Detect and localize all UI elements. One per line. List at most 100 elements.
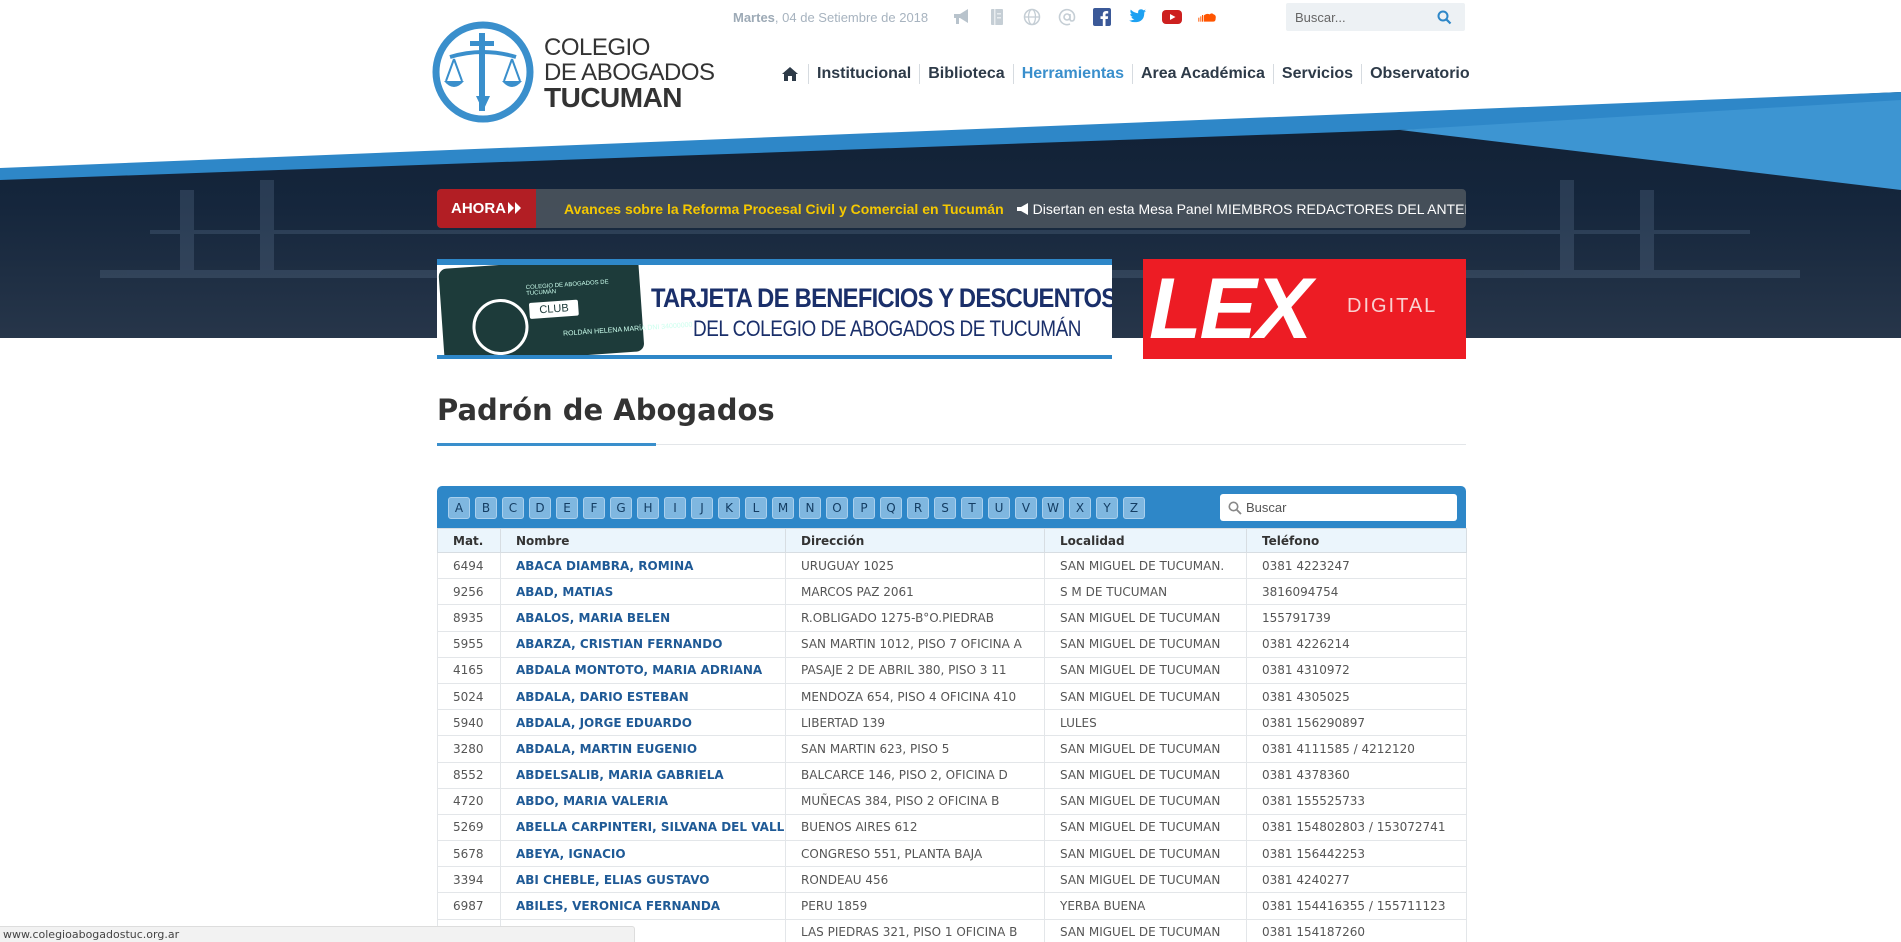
nav-observatorio[interactable]: Observatorio [1361,64,1478,84]
letter-filter-i[interactable]: I [664,497,686,519]
cell-nombre[interactable]: ABDELSALIB, MARIA GABRIELA [500,761,786,789]
ticker-headline[interactable]: Avances sobre la Reforma Procesal Civil … [564,201,1004,217]
directory-search-input[interactable] [1246,500,1446,515]
lex-digital-banner[interactable]: LEX DIGITAL [1143,259,1466,359]
cell-telefono: 3816094754 [1246,578,1467,606]
nav-servicios[interactable]: Servicios [1272,64,1361,84]
nav-biblioteca[interactable]: Biblioteca [919,64,1012,84]
cell-mat: 8552 [437,761,501,789]
site-search-input[interactable] [1286,9,1431,25]
cell-nombre[interactable]: ABDO, MARIA VALERIA [500,787,786,815]
cell-mat: 5955 [437,630,501,658]
cell-localidad: SAN MIGUEL DE TUCUMAN [1044,813,1247,842]
cell-direccion: RONDEAU 456 [785,866,1045,894]
letter-filter-a[interactable]: A [448,497,470,519]
site-logo[interactable]: COLEGIO DE ABOGADOS TUCUMAN [432,21,715,123]
letter-filter-x[interactable]: X [1069,497,1091,519]
cell-nombre[interactable]: ABARZA, CRISTIAN FERNANDO [500,630,786,658]
cell-nombre[interactable]: ABELLA CARPINTERI, SILVANA DEL VALLE [500,813,786,842]
cell-nombre[interactable]: ABDALA, JORGE EDUARDO [500,709,786,737]
book-icon[interactable] [987,7,1007,27]
column-header-mat[interactable]: Mat. [437,528,501,553]
search-icon[interactable] [1437,10,1452,25]
bullhorn-icon [1016,202,1028,215]
cell-direccion: LIBERTAD 139 [785,709,1045,737]
letter-filter-u[interactable]: U [988,497,1010,519]
letter-filter-k[interactable]: K [718,497,740,519]
cell-direccion: PERU 1859 [785,892,1045,920]
cell-telefono: 0381 155525733 [1246,787,1467,815]
letter-filter-g[interactable]: G [610,497,632,519]
cell-nombre[interactable]: ABAD, MATIAS [500,578,786,606]
cell-localidad: SAN MIGUEL DE TUCUMAN. [1044,551,1247,580]
table-row: 5024 ABDALA, DARIO ESTEBAN MENDOZA 654, PI… [437,682,1467,711]
soundcloud-icon[interactable] [1197,7,1217,27]
table-row: 5940 ABDALA, JORGE EDUARDO LIBERTAD 139 LUL… [437,709,1467,737]
letter-filter-d[interactable]: D [529,497,551,519]
letter-filter-w[interactable]: W [1042,497,1064,519]
benefits-card-banner[interactable]: COLEGIO DE ABOGADOS DE TUCUMÁN CLUB ROLD… [437,259,1112,359]
letter-filter-m[interactable]: M [772,497,794,519]
column-header-telefono[interactable]: Teléfono [1246,528,1467,553]
nav-institucional[interactable]: Institucional [808,64,919,84]
letter-filter-s[interactable]: S [934,497,956,519]
column-header-direccion[interactable]: Dirección [785,528,1045,553]
cell-mat: 6494 [437,551,501,580]
cell-nombre[interactable]: ABACA DIAMBRA, ROMINA [500,551,786,580]
cell-mat: 5269 [437,813,501,842]
directory-toolbar: ABCDEFGHIJKLMNOPQRSTUVWXYZ [437,486,1466,528]
card-holder-name: ROLDÁN HELENA MARÍA DNI 34000000 [562,321,693,338]
lawyer-table: Mat. Nombre Dirección Localidad Teléfono… [437,528,1467,942]
cell-telefono: 0381 154187260 [1246,918,1467,942]
letter-filter-r[interactable]: R [907,497,929,519]
letter-filter-b[interactable]: B [475,497,497,519]
cell-nombre[interactable]: ABILES, VERONICA FERNANDA [500,892,786,920]
letter-filter-c[interactable]: C [502,497,524,519]
cell-nombre[interactable]: ABEYA, IGNACIO [500,840,786,868]
nav-area-academica[interactable]: Area Académica [1131,64,1273,84]
letter-filter-j[interactable]: J [691,497,713,519]
card-club-label: CLUB [528,299,580,319]
cell-localidad: SAN MIGUEL DE TUCUMAN [1044,840,1247,868]
letter-filter-f[interactable]: F [583,497,605,519]
globe-icon[interactable] [1022,7,1042,27]
letter-filter-y[interactable]: Y [1096,497,1118,519]
cell-nombre[interactable]: ABDALA MONTOTO, MARIA ADRIANA [500,656,786,684]
ticker-label: AHORA [437,189,536,228]
ticker-text[interactable]: Disertan en esta Mesa Panel MIEMBROS RED… [1016,201,1466,217]
cell-telefono: 0381 156442253 [1246,840,1467,868]
logo-line-2: DE ABOGADOS [544,58,715,86]
column-header-nombre[interactable]: Nombre [500,528,786,553]
letter-filter-o[interactable]: O [826,497,848,519]
at-icon[interactable] [1057,7,1077,27]
cell-nombre[interactable]: ABALOS, MARIA BELEN [500,604,786,632]
cell-nombre[interactable]: ABI CHEBLE, ELIAS GUSTAVO [500,866,786,894]
letter-filter-h[interactable]: H [637,497,659,519]
letter-filter-n[interactable]: N [799,497,821,519]
ticker-label-text: AHORA [451,200,506,217]
letter-filter-q[interactable]: Q [880,497,902,519]
site-search [1286,3,1465,31]
twitter-icon[interactable] [1127,7,1147,27]
table-row: 4165 ABDALA MONTOTO, MARIA ADRIANA PASAJE … [437,656,1467,684]
letter-filter-t[interactable]: T [961,497,983,519]
letter-filter-p[interactable]: P [853,497,875,519]
home-icon[interactable] [782,67,808,81]
facebook-icon[interactable] [1092,7,1112,27]
benefits-title: TARJETA DE BENEFICIOS Y DESCUENTOS [651,283,1112,313]
letter-filter-z[interactable]: Z [1123,497,1145,519]
main-navigation: Institucional Biblioteca Herramientas Ar… [782,63,1478,85]
cell-nombre[interactable]: ABDALA, MARTIN EUGENIO [500,735,786,763]
table-row: 8552 ABDELSALIB, MARIA GABRIELA BALCARCE 1… [437,761,1467,789]
letter-filter-v[interactable]: V [1015,497,1037,519]
letter-filter-e[interactable]: E [556,497,578,519]
cell-telefono: 0381 154416355 / 155711123 [1246,892,1467,920]
letter-filter-l[interactable]: L [745,497,767,519]
cell-mat: 5940 [437,709,501,737]
column-header-localidad[interactable]: Localidad [1044,528,1247,553]
cell-localidad: S M DE TUCUMAN [1044,578,1247,606]
megaphone-icon[interactable] [952,7,972,27]
nav-herramientas[interactable]: Herramientas [1012,64,1132,84]
youtube-icon[interactable] [1162,7,1183,27]
cell-nombre[interactable]: ABDALA, DARIO ESTEBAN [500,682,786,711]
